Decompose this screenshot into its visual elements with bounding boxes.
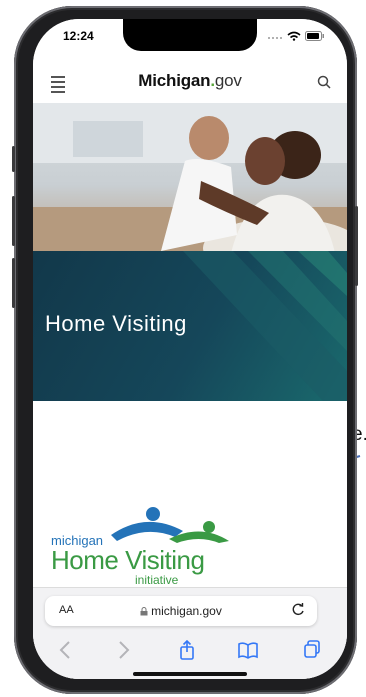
lock-icon xyxy=(140,607,148,616)
notch xyxy=(123,19,257,51)
page-title: Home Visiting xyxy=(45,311,187,336)
tabs-icon[interactable] xyxy=(304,640,320,660)
logo-initiative-text: initiative xyxy=(135,573,179,587)
phone-screen: 12:24 Michigan.gov Home Visiting michiga… xyxy=(33,19,347,679)
page-banner: Home Visiting xyxy=(33,251,347,401)
back-icon[interactable] xyxy=(59,640,71,660)
mute-switch xyxy=(12,146,15,172)
url-display[interactable]: michigan.gov xyxy=(45,604,317,618)
url-text: michigan.gov xyxy=(151,604,222,618)
power-button xyxy=(355,206,358,286)
hero-image xyxy=(33,103,347,251)
share-icon[interactable] xyxy=(179,640,195,660)
volume-up-button xyxy=(12,196,15,246)
safari-bottom-bar: AA michigan.gov xyxy=(33,587,347,679)
site-logo[interactable]: Michigan.gov xyxy=(33,71,347,91)
search-icon[interactable] xyxy=(317,75,331,89)
logo-home-visiting-text: Home Visiting xyxy=(51,545,205,575)
battery-icon xyxy=(305,31,324,41)
brand-suffix: gov xyxy=(214,71,242,90)
safari-toolbar xyxy=(33,636,347,666)
home-indicator[interactable] xyxy=(133,672,247,676)
reload-icon[interactable] xyxy=(291,602,305,616)
signal-icon xyxy=(268,37,282,39)
status-time: 12:24 xyxy=(63,29,94,43)
wifi-icon xyxy=(287,31,301,41)
forward-icon[interactable] xyxy=(118,640,130,660)
address-bar[interactable]: AA michigan.gov xyxy=(45,596,317,626)
mother-baby-photo xyxy=(33,103,347,251)
logo-figures-icon xyxy=(111,507,229,543)
volume-down-button xyxy=(12,258,15,308)
brand-name: Michigan xyxy=(138,71,211,90)
site-header: Michigan.gov xyxy=(33,63,347,103)
bookmarks-icon[interactable] xyxy=(238,640,258,660)
